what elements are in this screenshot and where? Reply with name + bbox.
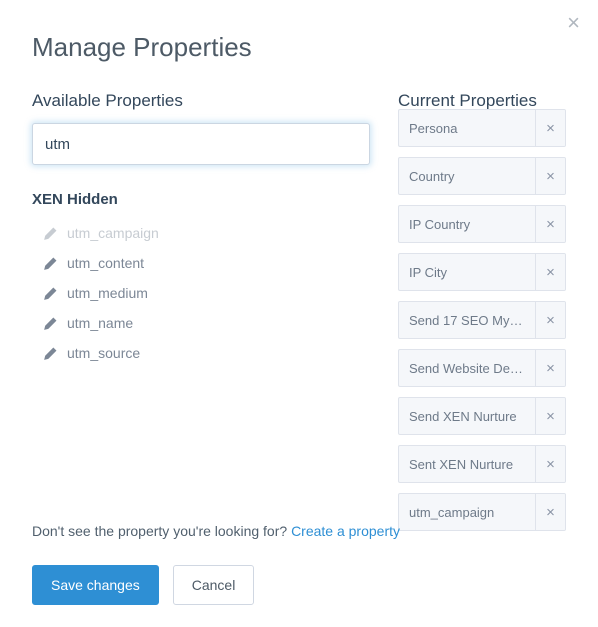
available-item-label: utm_name: [67, 315, 133, 331]
current-chip[interactable]: Country×: [398, 157, 566, 195]
remove-icon[interactable]: ×: [535, 302, 565, 338]
create-property-link[interactable]: Create a property: [291, 523, 400, 539]
pencil-icon: [44, 257, 57, 270]
current-chip[interactable]: Send XEN Nurture×: [398, 397, 566, 435]
available-item-label: utm_content: [67, 255, 144, 271]
available-heading: Available Properties: [32, 91, 370, 111]
save-button[interactable]: Save changes: [32, 565, 159, 605]
group-title: XEN Hidden: [32, 191, 370, 208]
modal-title: Manage Properties: [32, 32, 566, 63]
remove-icon[interactable]: ×: [535, 254, 565, 290]
available-item-label: utm_campaign: [67, 225, 159, 241]
available-item[interactable]: utm_name: [44, 308, 370, 338]
available-column: Available Properties XEN Hidden utm_camp…: [32, 91, 370, 531]
hint-prefix: Don't see the property you're looking fo…: [32, 523, 291, 539]
columns: Available Properties XEN Hidden utm_camp…: [32, 91, 566, 531]
current-chip-label: Send XEN Nurture: [399, 398, 535, 434]
current-chip[interactable]: Persona×: [398, 109, 566, 147]
current-chip-label: Send 17 SEO My…: [399, 302, 535, 338]
current-chip-label: IP City: [399, 254, 535, 290]
current-chip-label: Persona: [399, 110, 535, 146]
current-chip[interactable]: Send 17 SEO My…×: [398, 301, 566, 339]
pencil-icon: [44, 347, 57, 360]
remove-icon[interactable]: ×: [535, 350, 565, 386]
current-column: Current Properties Persona×Country×IP Co…: [398, 91, 566, 531]
pencil-icon: [44, 227, 57, 240]
cancel-button[interactable]: Cancel: [173, 565, 255, 605]
current-heading: Current Properties: [398, 91, 566, 111]
button-row: Save changes Cancel: [32, 565, 566, 605]
current-chip[interactable]: IP City×: [398, 253, 566, 291]
available-item-label: utm_source: [67, 345, 140, 361]
available-item-label: utm_medium: [67, 285, 148, 301]
pencil-icon: [44, 317, 57, 330]
available-list: utm_campaign utm_content utm_medium utm_nam…: [32, 218, 370, 368]
remove-icon[interactable]: ×: [535, 398, 565, 434]
current-chip[interactable]: IP Country×: [398, 205, 566, 243]
footer: Don't see the property you're looking fo…: [32, 523, 566, 605]
current-chip-label: Send Website De…: [399, 350, 535, 386]
remove-icon[interactable]: ×: [535, 158, 565, 194]
hint-text: Don't see the property you're looking fo…: [32, 523, 566, 539]
remove-icon[interactable]: ×: [535, 110, 565, 146]
remove-icon[interactable]: ×: [535, 446, 565, 482]
pencil-icon: [44, 287, 57, 300]
remove-icon[interactable]: ×: [535, 206, 565, 242]
current-chip[interactable]: Send Website De…×: [398, 349, 566, 387]
current-chip-label: IP Country: [399, 206, 535, 242]
current-chip[interactable]: Sent XEN Nurture×: [398, 445, 566, 483]
current-chip-label: Country: [399, 158, 535, 194]
available-item[interactable]: utm_content: [44, 248, 370, 278]
current-list: Persona×Country×IP Country×IP City×Send …: [398, 123, 566, 531]
search-input[interactable]: [32, 123, 370, 165]
close-icon[interactable]: ×: [567, 12, 580, 34]
current-chip-label: Sent XEN Nurture: [399, 446, 535, 482]
available-item: utm_campaign: [44, 218, 370, 248]
available-item[interactable]: utm_source: [44, 338, 370, 368]
available-item[interactable]: utm_medium: [44, 278, 370, 308]
